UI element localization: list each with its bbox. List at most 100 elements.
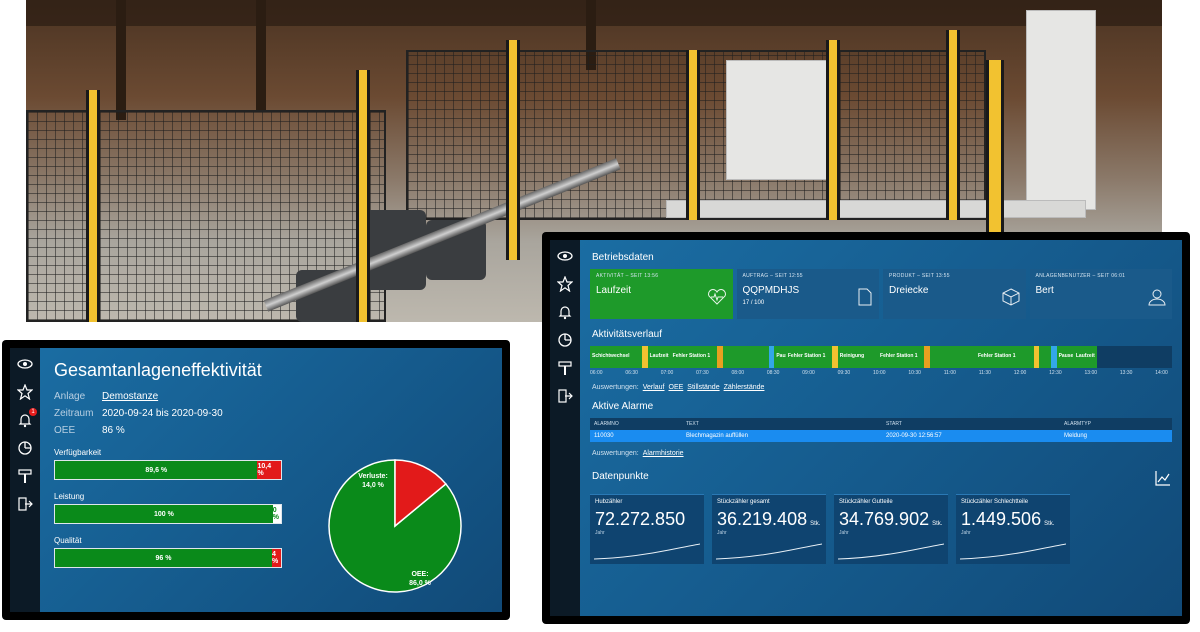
sidebar — [550, 240, 580, 616]
evaluation-link[interactable]: Verlauf — [643, 384, 665, 391]
alarm-column-header: ALARMNO — [594, 421, 619, 427]
pie-chart: Verluste: 14,0 % OEE: 86,0 % — [328, 459, 462, 593]
timeline-tick: 13:00 — [1084, 370, 1098, 376]
timeline-segment-label: Pause — [776, 353, 786, 359]
datapoint-number: 72.272.850 — [595, 509, 686, 529]
datapoint-card[interactable]: Hubzähler 72.272.850 Jahr — [590, 494, 704, 564]
alarm-table-body: 110030 Blechmagazin auffüllen 2020-09-30 1… — [590, 430, 1172, 442]
cube-icon — [1002, 288, 1020, 311]
evaluation-link[interactable]: Alarmhistorie — [643, 450, 684, 457]
oee-value: 86 % — [102, 425, 125, 436]
datapoint-number: 36.219.408 — [717, 509, 808, 529]
timeline-segment — [722, 346, 769, 368]
betriebsdaten-title: Betriebsdaten — [592, 252, 654, 263]
timeline-tick: 12:30 — [1049, 370, 1062, 376]
activity-timeline[interactable]: Schichtwechsel Laufzeit Fehler Station 1 Pa… — [590, 346, 1172, 368]
datapoint-title: Stückzähler Gutteile — [839, 499, 893, 505]
oee-bar: 96 % 4 % — [54, 548, 282, 568]
datapoint-title: Stückzähler Schlechtteile — [961, 499, 1029, 505]
evaluation-link[interactable]: Stillstände — [687, 384, 719, 391]
datapoint-card[interactable]: Stückzähler gesamt 36.219.408 Stk. Jahr — [712, 494, 826, 564]
alarm-cell: Meldung — [1064, 433, 1088, 439]
bar-loss-segment: 0 % — [272, 505, 281, 523]
timeline-segment-label: Laufzeit — [1075, 353, 1095, 359]
line-chart-icon[interactable] — [1154, 469, 1172, 487]
hammer-icon[interactable] — [17, 468, 33, 484]
alarm-table-header: ALARMNO TEXT START ALARMTYP — [590, 418, 1172, 430]
datapoint-sparkline — [594, 543, 700, 560]
timeline-segment: Fehler Station 1 — [785, 346, 832, 368]
timeline-tick: 13:30 — [1119, 370, 1133, 376]
anlage-link[interactable]: Demostanze — [102, 391, 158, 402]
timeline-ticks: 06:00 06:30 07:00 07:30 08:00 08:30 09:00 09:30… — [590, 370, 1172, 376]
datapoint-card[interactable]: Stückzähler Gutteile 34.769.902 Stk. Jahr — [834, 494, 948, 564]
datapoint-unit: Stk. — [810, 521, 821, 527]
timeline-segment-label: Fehler Station 1 — [672, 353, 711, 359]
pie-chart-icon[interactable] — [557, 332, 573, 348]
logout-icon[interactable] — [17, 496, 33, 512]
links-label: Auswertungen: — [592, 384, 639, 391]
timeline-tick: 07:00 — [660, 370, 674, 376]
hammer-icon[interactable] — [557, 360, 573, 376]
sidebar: 1 — [10, 348, 40, 612]
pie-oee-value: 86,0 % — [409, 580, 432, 587]
datapoint-value: 34.769.902 Stk. — [839, 509, 943, 530]
timeline-tick: 10:30 — [908, 370, 921, 376]
datapoint-number: 34.769.902 — [839, 509, 930, 529]
datapoint-title: Hubzähler — [595, 499, 623, 505]
evaluation-link[interactable]: OEE — [669, 384, 684, 391]
pie-loss-value: 14,0 % — [362, 482, 385, 489]
oee-pie: Verluste: 14,0 % OEE: 86,0 % — [325, 456, 465, 596]
alarm-row[interactable]: 110030 Blechmagazin auffüllen 2020-09-30 1… — [590, 430, 1172, 442]
datapoint-unit: Stk. — [1044, 521, 1055, 527]
bar-loss-segment: 10,4 % — [257, 461, 281, 479]
status-card[interactable]: ANLAGENBENUTZER – SEIT 06:01 Bert — [1029, 269, 1172, 319]
datapoint-card[interactable]: Stückzähler Schlechtteile 1.449.506 Stk. Ja… — [956, 494, 1070, 564]
star-icon[interactable] — [16, 383, 34, 401]
timeline-segment: Fehler Station 1 — [878, 346, 925, 368]
timeline-tick: 11:00 — [943, 370, 956, 376]
zeitraum-row: Zeitraum 2020-09-24 bis 2020-09-30 — [54, 408, 492, 419]
status-card[interactable]: AUFTRAG – SEIT 12:55 QQPMDHJS 17 / 100 — [736, 269, 879, 319]
timeline-segment: Fehler Station 1 — [975, 346, 1034, 368]
oee-bar: 89,6 % 10,4 % — [54, 460, 282, 480]
oee-monitor: 1 Gesamtanlageneffektivität Anlage Demos… — [2, 340, 510, 620]
oee-bar: 100 % 0 % — [54, 504, 282, 524]
eye-icon[interactable] — [557, 248, 573, 264]
timeline-segment-label: Fehler Station 1 — [880, 353, 918, 359]
timeline-segment: Reinigung — [837, 346, 879, 368]
evaluation-link[interactable]: Zählerstände — [724, 384, 765, 391]
bar-good-segment: 96 % — [55, 549, 272, 567]
betriebsdaten-monitor: Betriebsdaten AKTIVITÄT – SEIT 13:56 Lauf… — [542, 232, 1190, 624]
zeitraum-label: Zeitraum — [54, 408, 94, 419]
timeline-tick: 09:00 — [802, 370, 815, 376]
status-card-value: QQPMDHJS — [742, 285, 800, 296]
datapoint-value: 36.219.408 Stk. — [717, 509, 821, 530]
oee-label: OEE — [54, 425, 76, 436]
datapoint-period: Jahr — [717, 530, 727, 536]
timeline-segment: Fehler Station 1 — [670, 346, 717, 368]
timeline-segment-label: Laufzeit — [649, 353, 669, 359]
timeline-segment — [1039, 346, 1051, 368]
bell-icon[interactable]: 1 — [17, 408, 37, 428]
star-icon[interactable] — [556, 275, 574, 293]
eye-icon[interactable] — [17, 356, 33, 372]
timeline-tick: 06:00 — [590, 370, 603, 376]
datapoint-period: Jahr — [839, 530, 849, 536]
timeline-tick: 06:30 — [625, 370, 638, 376]
alarm-cell: 110030 — [594, 433, 614, 439]
datapoint-value: 1.449.506 Stk. — [961, 509, 1065, 530]
bell-icon[interactable] — [557, 304, 573, 320]
alarme-title: Aktive Alarme — [592, 401, 654, 412]
timeline-segment-label: Schichtwechsel — [592, 353, 630, 359]
timeline-tick: 08:00 — [731, 370, 745, 376]
pie-chart-icon[interactable] — [17, 440, 33, 456]
status-cards: AKTIVITÄT – SEIT 13:56 Laufzeit AUFTRAG – … — [590, 269, 1172, 319]
status-card[interactable]: PRODUKT – SEIT 13:55 Dreiecke — [883, 269, 1026, 319]
links-label: Auswertungen: — [592, 450, 639, 457]
timeline-tick: 08:30 — [766, 370, 780, 376]
logout-icon[interactable] — [557, 388, 573, 404]
datapoint-unit: Stk. — [932, 521, 943, 527]
status-card-label: ANLAGENBENUTZER – SEIT 06:01 — [1035, 273, 1126, 279]
status-card[interactable]: AKTIVITÄT – SEIT 13:56 Laufzeit — [590, 269, 733, 319]
